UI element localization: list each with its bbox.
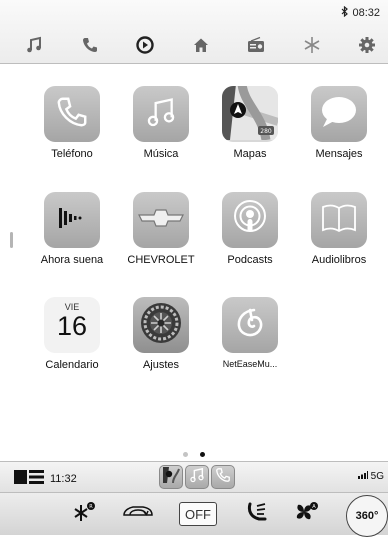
app-ajustes[interactable]: Ajustes: [116, 297, 206, 371]
bluetooth-icon: [341, 5, 349, 20]
app-tile: [222, 192, 278, 248]
svg-text:A: A: [312, 504, 316, 510]
signal-strength-icon: [357, 471, 368, 482]
dock-recent-apps: [159, 465, 235, 489]
app-netease[interactable]: NetEaseMu...: [205, 297, 295, 369]
climate-off-label: OFF: [179, 502, 217, 526]
page-indicator: [0, 444, 388, 462]
route-badge: 280: [260, 128, 272, 135]
page-dot-2[interactable]: [200, 452, 206, 457]
music-note-icon: [189, 467, 205, 488]
app-tile: [133, 192, 189, 248]
app-telefono[interactable]: Teléfono: [27, 86, 117, 160]
radio-icon[interactable]: [243, 32, 269, 58]
carplay-dock: 11:32 5G: [0, 461, 388, 493]
app-mensajes[interactable]: Mensajes: [294, 86, 384, 160]
dock-maps-button[interactable]: [159, 465, 183, 489]
speech-bubble-icon: [319, 94, 359, 135]
seat-airflow-button[interactable]: [244, 501, 270, 527]
app-label: Mensajes: [315, 148, 363, 160]
now-playing-icon: [56, 206, 88, 235]
top-bar: 08:32: [0, 0, 388, 64]
page-dot-1[interactable]: [182, 452, 188, 457]
phone-icon: [55, 95, 89, 134]
netease-music-icon: [232, 305, 268, 346]
app-label: Ajustes: [142, 359, 180, 371]
settings-gear-icon: [138, 300, 184, 351]
camera-360-button[interactable]: 360°: [346, 495, 388, 537]
open-book-icon: [321, 203, 357, 238]
app-tile: [133, 297, 189, 353]
recirculation-button[interactable]: [120, 501, 156, 527]
seat-airflow-icon: [245, 501, 269, 528]
app-tile: VIE 16: [44, 297, 100, 353]
app-tile: [133, 86, 189, 142]
top-nav: [0, 32, 388, 60]
app-podcasts[interactable]: Podcasts: [205, 192, 295, 266]
chevrolet-bowtie-icon: [138, 208, 184, 233]
rear-defrost-button[interactable]: R: [72, 501, 98, 527]
dock-music-button[interactable]: [185, 465, 209, 489]
app-label: Teléfono: [51, 148, 93, 160]
fan-icon: A: [293, 501, 319, 528]
app-label: Calendario: [45, 359, 99, 371]
phone-icon[interactable]: [77, 32, 103, 58]
network-type: 5G: [370, 471, 384, 482]
climate-bar: R OFF A 360°: [0, 493, 388, 537]
maps-icon: [161, 465, 181, 490]
status-area: 08:32: [341, 5, 380, 20]
dock-status: 5G: [357, 471, 384, 482]
app-ahora-suena[interactable]: Ahora suena: [27, 192, 117, 266]
fan-button[interactable]: A: [292, 501, 320, 527]
maps-icon: 280: [222, 86, 278, 142]
app-label: Mapas: [233, 148, 267, 160]
rear-defrost-icon: R: [73, 501, 97, 528]
app-tile: [44, 192, 100, 248]
app-label: Música: [143, 148, 179, 160]
app-tile: [311, 86, 367, 142]
gear-icon[interactable]: [354, 32, 380, 58]
climate-off-button[interactable]: OFF: [179, 501, 217, 527]
app-musica[interactable]: Música: [116, 86, 206, 160]
app-tile: [44, 86, 100, 142]
carplay-play-icon[interactable]: [132, 32, 158, 58]
music-note-icon: [145, 96, 177, 133]
dock-clock: 11:32: [50, 472, 77, 485]
camera-360-label: 360°: [346, 495, 388, 537]
dashboard-toggle-icon[interactable]: [14, 470, 44, 487]
calendar-day: 16: [56, 311, 88, 341]
app-calendario[interactable]: VIE 16 Calendario: [27, 297, 117, 371]
app-tile: [311, 192, 367, 248]
dock-phone-button[interactable]: [211, 465, 235, 489]
app-label: Audiolibros: [311, 254, 367, 266]
app-mapas[interactable]: 280 Mapas: [205, 86, 295, 160]
app-label: CHEVROLET: [127, 254, 195, 266]
clock: 08:32: [352, 7, 380, 19]
recirculation-icon: [121, 502, 155, 527]
app-tile: 280: [222, 86, 278, 142]
home-icon[interactable]: [188, 32, 214, 58]
dock-left: 11:32: [14, 470, 77, 487]
app-audiolibros[interactable]: Audiolibros: [294, 192, 384, 266]
music-note-icon[interactable]: [21, 32, 47, 58]
svg-text:R: R: [89, 504, 93, 510]
app-label: Ahora suena: [40, 254, 104, 266]
app-chevrolet[interactable]: CHEVROLET: [116, 192, 206, 266]
side-scroll-indicator: [10, 232, 13, 248]
app-label: NetEaseMu...: [222, 359, 278, 369]
phone-icon: [215, 467, 231, 488]
snowflake-icon[interactable]: [299, 32, 325, 58]
app-label: Podcasts: [227, 254, 273, 266]
podcasts-icon: [230, 198, 270, 243]
app-tile: [222, 297, 278, 353]
